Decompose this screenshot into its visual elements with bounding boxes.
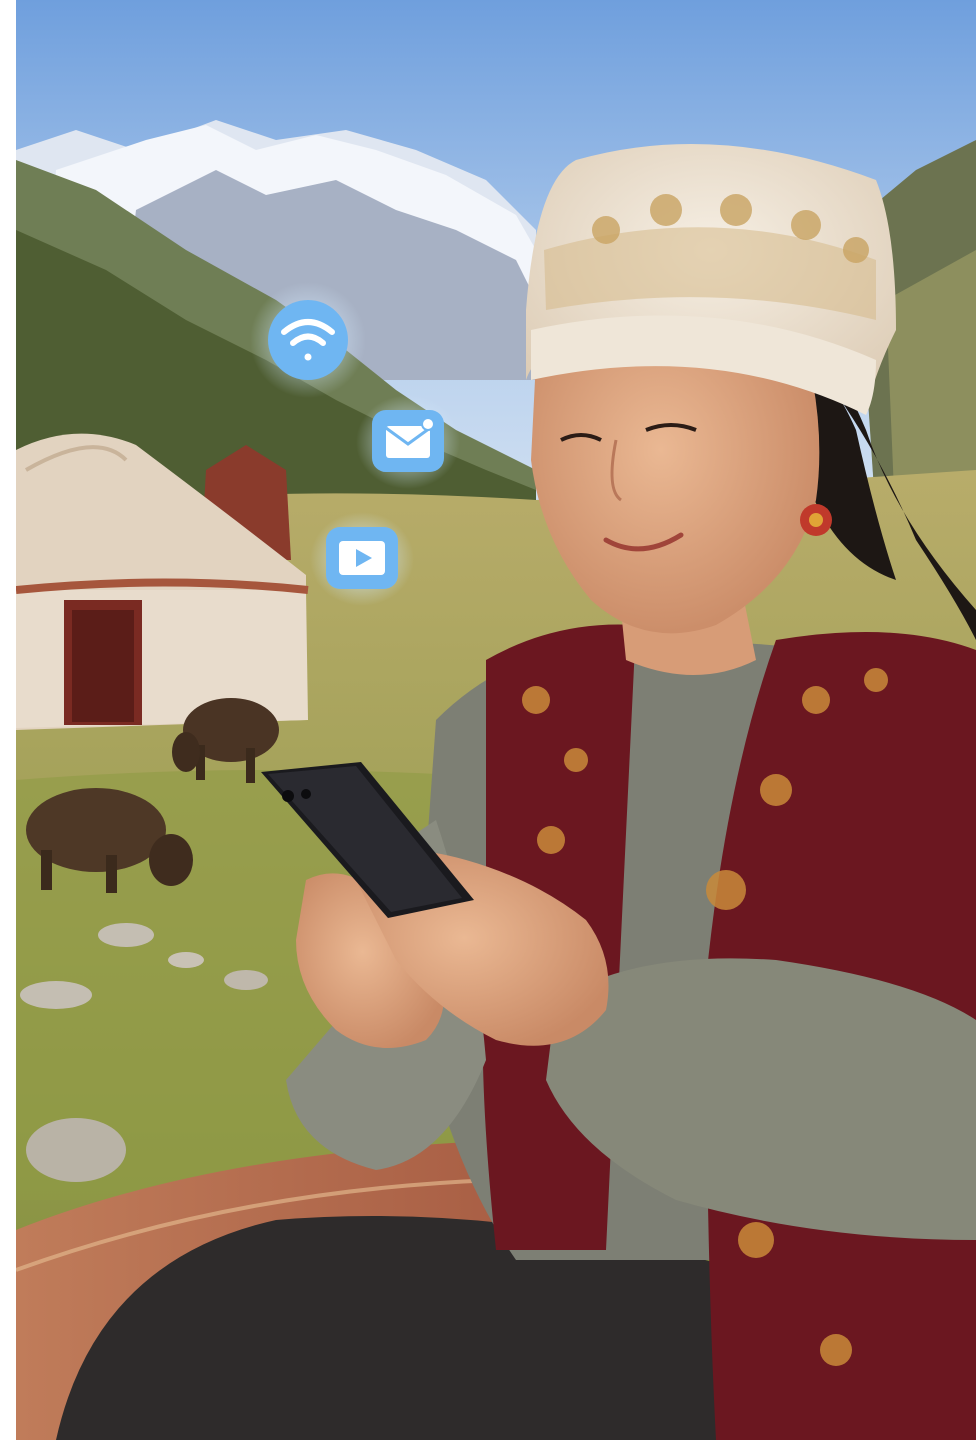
video-play-icon	[339, 541, 385, 575]
wifi-badge	[250, 282, 366, 398]
photo-frame	[0, 0, 976, 1440]
flower-earring	[800, 504, 832, 536]
landscape-photo	[16, 0, 976, 1440]
mail-badge	[356, 395, 460, 489]
yurt	[16, 433, 309, 730]
video-badge	[310, 512, 414, 606]
